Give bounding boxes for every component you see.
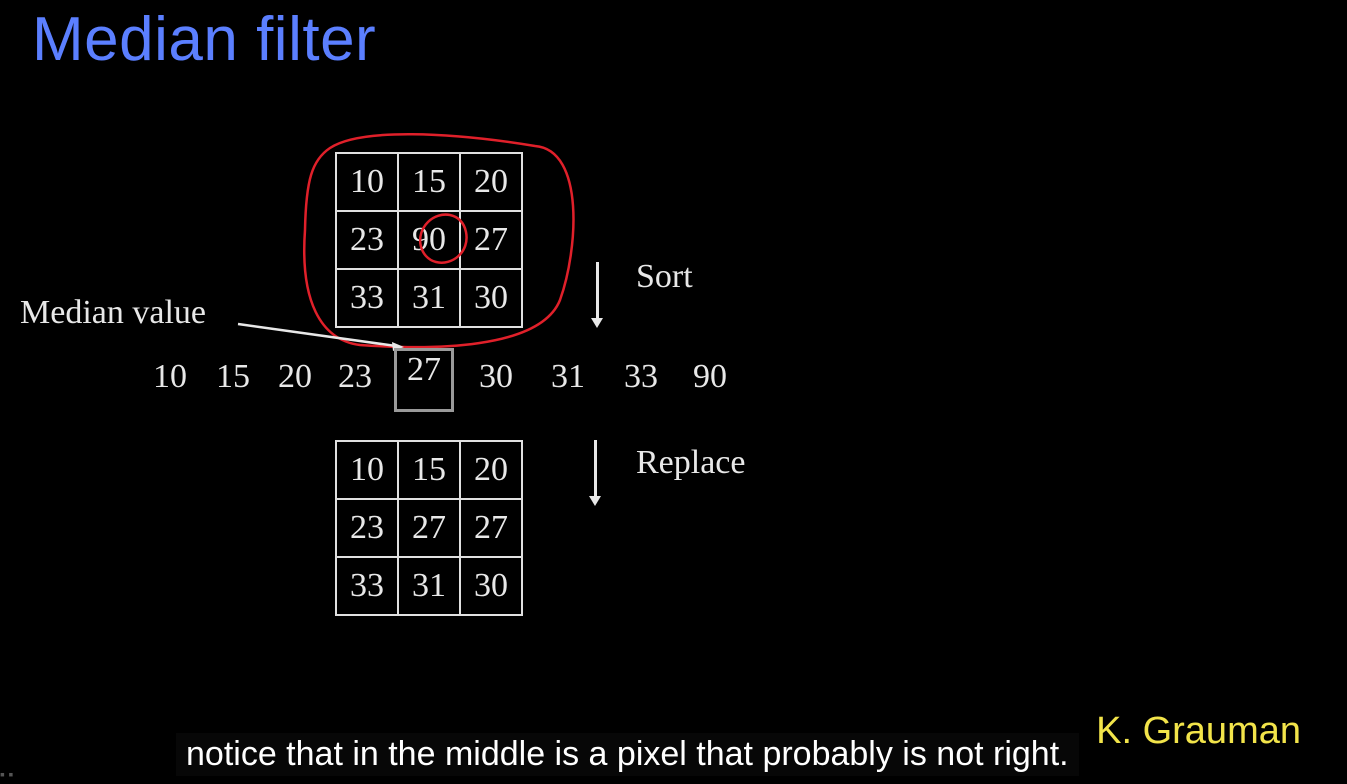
output-grid-cell: 30 [460, 557, 522, 615]
sorted-value: 33 [624, 358, 658, 395]
sorted-value: 10 [153, 358, 187, 395]
median-value-box: 27 [394, 348, 454, 412]
output-grid-cell: 27 [398, 499, 460, 557]
sorted-value: 20 [278, 358, 312, 395]
input-grid-cell: 30 [460, 269, 522, 327]
input-grid-cell: 90 [398, 211, 460, 269]
input-grid-cell: 10 [336, 153, 398, 211]
credit-text: K. Grauman [1096, 710, 1301, 752]
input-grid-cell: 33 [336, 269, 398, 327]
output-grid-cell: 27 [460, 499, 522, 557]
sorted-value: 31 [551, 358, 585, 395]
sorted-value: 30 [479, 358, 513, 395]
median-value-label: Median value [20, 294, 206, 331]
output-grid-cell: 31 [398, 557, 460, 615]
sort-label: Sort [636, 258, 693, 295]
input-grid-cell: 15 [398, 153, 460, 211]
input-grid-cell: 31 [398, 269, 460, 327]
output-grid-cell: 10 [336, 441, 398, 499]
output-grid-cell: 15 [398, 441, 460, 499]
output-grid-cell: 20 [460, 441, 522, 499]
sorted-value: 90 [693, 358, 727, 395]
slide-title: Median filter [32, 5, 377, 74]
corner-dots: ▪ ▪ [0, 768, 14, 783]
input-grid-cell: 23 [336, 211, 398, 269]
replace-arrow [589, 440, 601, 506]
replace-label: Replace [636, 444, 746, 481]
sorted-value: 15 [216, 358, 250, 395]
subtitle-caption: notice that in the middle is a pixel tha… [176, 733, 1079, 776]
input-grid-cell: 27 [460, 211, 522, 269]
output-grid-cell: 33 [336, 557, 398, 615]
sort-arrow [591, 262, 603, 328]
input-grid-cell: 20 [460, 153, 522, 211]
output-grid-cell: 23 [336, 499, 398, 557]
input-grid: 10 15 20 23 90 27 33 31 30 [335, 152, 523, 328]
sorted-value: 23 [338, 358, 372, 395]
output-grid: 10 15 20 23 27 27 33 31 30 [335, 440, 523, 616]
sorted-values-row: 10 15 20 23 27 30 31 33 90 [138, 348, 742, 412]
